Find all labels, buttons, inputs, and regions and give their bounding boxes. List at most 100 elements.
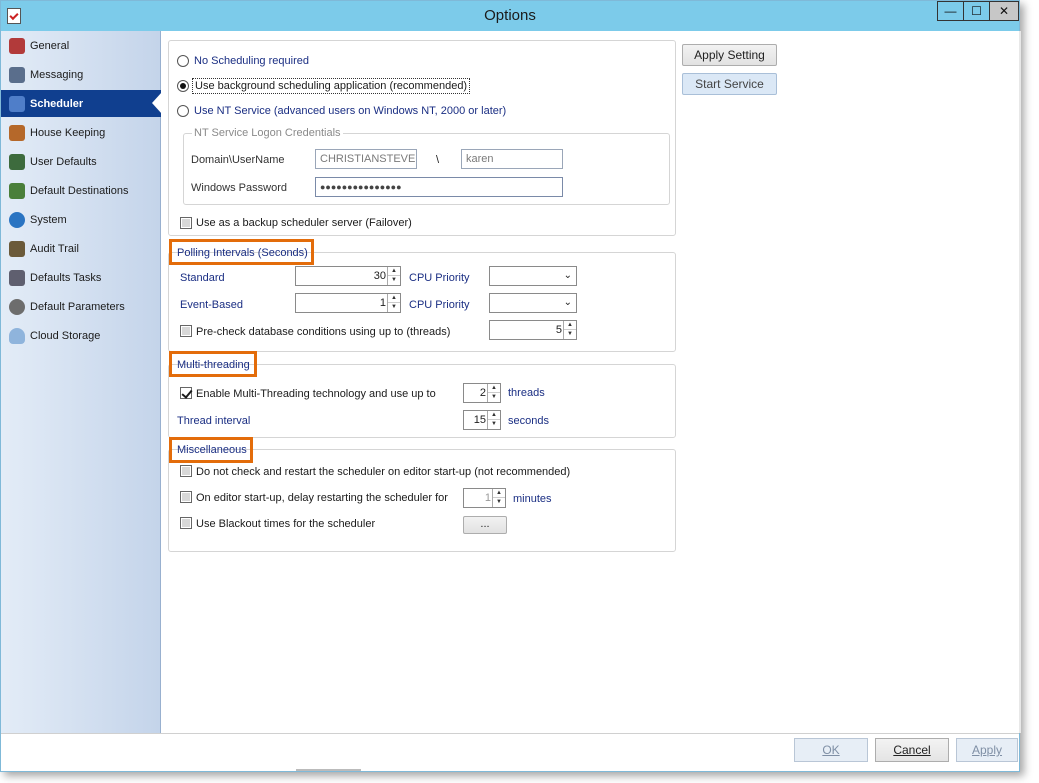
users-icon xyxy=(9,153,25,170)
spin-down-icon[interactable]: ▼ xyxy=(488,420,500,429)
precheck-threads-spinner[interactable]: 5 ▲ ▼ xyxy=(489,320,577,340)
standard-interval-spinner[interactable]: 30 ▲ ▼ xyxy=(295,266,401,286)
cpu-priority-event-select[interactable]: ⌄ xyxy=(489,293,577,313)
miscellaneous-group: Do not check and restart the scheduler o… xyxy=(168,449,676,552)
sidebar-item-scheduler[interactable]: Scheduler xyxy=(1,90,162,117)
delay-minutes-value: 1 xyxy=(484,492,491,504)
sidebar-item-defaults-tasks[interactable]: Defaults Tasks xyxy=(1,264,161,291)
event-interval-value: 1 xyxy=(379,297,386,309)
destination-icon xyxy=(9,182,25,199)
nt-service-label: Use NT Service (advanced users on Window… xyxy=(194,105,507,117)
window-edge xyxy=(1019,31,1021,733)
question-icon xyxy=(9,298,25,315)
scheduler-panel: No Scheduling required Use background sc… xyxy=(161,31,1019,733)
spin-up-icon[interactable]: ▲ xyxy=(564,321,576,330)
background-scheduling-radio[interactable] xyxy=(177,80,189,92)
spin-down-icon[interactable]: ▼ xyxy=(388,303,400,312)
threads-value: 2 xyxy=(479,387,486,399)
miscellaneous-title: Miscellaneous xyxy=(177,444,247,456)
sidebar-item-default-destinations[interactable]: Default Destinations xyxy=(1,177,161,204)
no-restart-checkbox[interactable] xyxy=(180,465,192,477)
sidebar: General Messaging Scheduler House Keepin… xyxy=(1,31,162,733)
precheck-threads-value: 5 xyxy=(555,324,562,336)
thread-interval-label: Thread interval xyxy=(177,415,251,427)
thread-interval-value: 15 xyxy=(473,414,486,426)
sidebar-item-general[interactable]: General xyxy=(1,32,161,59)
delay-restart-label: On editor start-up, delay restarting the… xyxy=(196,492,448,504)
sidebar-item-label: Default Destinations xyxy=(30,184,129,197)
spin-down-icon[interactable]: ▼ xyxy=(388,276,400,285)
username-input[interactable]: karen xyxy=(461,149,563,169)
spin-up-icon[interactable]: ▲ xyxy=(388,267,400,276)
spin-down-icon[interactable]: ▼ xyxy=(493,498,505,507)
close-button[interactable]: ✕ xyxy=(989,1,1019,21)
sidebar-item-label: Defaults Tasks xyxy=(30,271,102,284)
delay-minutes-spinner[interactable]: 1 ▲ ▼ xyxy=(463,488,506,508)
delay-restart-checkbox[interactable] xyxy=(180,491,192,503)
sidebar-item-system[interactable]: System xyxy=(1,206,161,233)
nt-service-radio[interactable] xyxy=(177,105,189,117)
spin-up-icon[interactable]: ▲ xyxy=(488,411,500,420)
sidebar-item-audit-trail[interactable]: Audit Trail xyxy=(1,235,161,262)
globe-icon xyxy=(9,211,25,228)
cpu-priority-standard-select[interactable]: ⌄ xyxy=(489,266,577,286)
no-scheduling-label: No Scheduling required xyxy=(194,55,309,67)
threads-spinner[interactable]: 2 ▲ ▼ xyxy=(463,383,501,403)
domain-separator: \ xyxy=(436,154,440,166)
blackout-label: Use Blackout times for the scheduler xyxy=(196,518,376,530)
enable-multithreading-label: Enable Multi-Threading technology and us… xyxy=(196,388,436,400)
chevron-down-icon: ⌄ xyxy=(563,297,572,308)
domain-input[interactable]: CHRISTIANSTEVEN xyxy=(315,149,417,169)
spin-up-icon[interactable]: ▲ xyxy=(493,489,505,498)
thread-interval-spinner[interactable]: 15 ▲ ▼ xyxy=(463,410,501,430)
nt-credentials-title: NT Service Logon Credentials xyxy=(192,127,343,139)
start-service-button[interactable]: Start Service xyxy=(682,73,777,95)
sidebar-item-house-keeping[interactable]: House Keeping xyxy=(1,119,161,146)
minimize-button[interactable]: — xyxy=(937,1,964,21)
cloud-icon xyxy=(9,327,25,344)
envelope-icon xyxy=(9,66,25,83)
sidebar-item-label: General xyxy=(30,39,70,52)
blackout-checkbox[interactable] xyxy=(180,517,192,529)
maximize-button[interactable]: ☐ xyxy=(963,1,990,21)
cpu-priority-event-label: CPU Priority xyxy=(409,299,470,311)
domain-username-label: Domain\UserName xyxy=(191,154,285,166)
windows-password-input[interactable]: ●●●●●●●●●●●●●●● xyxy=(315,177,563,197)
apply-button[interactable]: Apply xyxy=(956,738,1018,762)
enable-multithreading-checkbox[interactable] xyxy=(180,387,192,399)
scheduling-mode-group: No Scheduling required Use background sc… xyxy=(168,40,676,236)
ok-button[interactable]: OK xyxy=(794,738,868,762)
sidebar-item-label: Scheduler xyxy=(30,97,84,110)
calendar-icon xyxy=(9,95,25,112)
no-scheduling-radio[interactable] xyxy=(177,55,189,67)
sidebar-item-default-parameters[interactable]: Default Parameters xyxy=(1,293,161,320)
options-window: Options — ☐ ✕ General Messaging Schedule… xyxy=(0,0,1021,772)
title-bar: Options — ☐ ✕ xyxy=(1,1,1019,31)
sidebar-item-user-defaults[interactable]: User Defaults xyxy=(1,148,161,175)
event-interval-spinner[interactable]: 1 ▲ ▼ xyxy=(295,293,401,313)
sidebar-item-label: User Defaults xyxy=(30,155,97,168)
spin-down-icon[interactable]: ▼ xyxy=(488,393,500,402)
polling-intervals-title: Polling Intervals (Seconds) xyxy=(177,247,308,259)
backup-scheduler-label: Use as a backup scheduler server (Failov… xyxy=(196,217,412,229)
cancel-button[interactable]: Cancel xyxy=(875,738,949,762)
event-based-label: Event-Based xyxy=(180,299,243,311)
sidebar-item-label: System xyxy=(30,213,67,226)
status-divider xyxy=(296,769,361,771)
chevron-down-icon: ⌄ xyxy=(563,270,572,281)
wrench-doc-icon xyxy=(9,37,25,54)
spin-up-icon[interactable]: ▲ xyxy=(488,384,500,393)
multithreading-title: Multi-threading xyxy=(177,359,250,371)
cpu-priority-standard-label: CPU Priority xyxy=(409,272,470,284)
windows-password-label: Windows Password xyxy=(191,182,287,194)
apply-setting-button[interactable]: Apply Setting xyxy=(682,44,777,66)
blackout-times-button[interactable]: ... xyxy=(463,516,507,534)
sidebar-item-cloud-storage[interactable]: Cloud Storage xyxy=(1,322,161,349)
background-scheduling-label: Use background scheduling application (r… xyxy=(192,78,471,94)
nt-credentials-group: NT Service Logon Credentials Domain\User… xyxy=(183,127,670,205)
backup-scheduler-checkbox[interactable] xyxy=(180,217,192,229)
sidebar-item-messaging[interactable]: Messaging xyxy=(1,61,161,88)
spin-down-icon[interactable]: ▼ xyxy=(564,330,576,339)
spin-up-icon[interactable]: ▲ xyxy=(388,294,400,303)
precheck-checkbox[interactable] xyxy=(180,325,192,337)
